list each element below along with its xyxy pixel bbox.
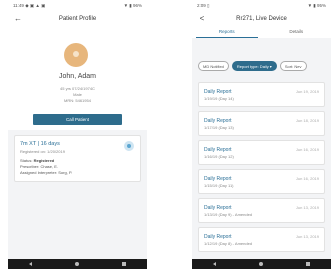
page-title: Rr271, Live Device: [236, 16, 287, 22]
android-nav-bar: [8, 259, 147, 269]
status-row: Status: Registered: [20, 158, 55, 163]
status-time: 11:49 ◆ ▣ ▲ ▣: [13, 3, 46, 8]
status-bar: 2:09 ▯ ▼ ▮ 95%: [192, 0, 331, 12]
status-signal: ▼ ▮ 96%: [123, 3, 142, 8]
report-subtitle: 1/17/19 (Day 13): [204, 125, 234, 130]
patient-header: John, Adam 45 yrs 07/24/1974C Male MRN: …: [8, 26, 147, 130]
interpreter-row: Assigned Interpreter: Sorg, P.: [20, 170, 73, 175]
nav-recent-icon[interactable]: [305, 262, 310, 266]
patient-dob: 45 yrs 07/24/1974C: [60, 86, 95, 91]
back-arrow-icon[interactable]: ←: [13, 12, 23, 26]
report-subtitle: 1/12/19 (Day 8) - Amended: [204, 241, 253, 246]
report-title: Daily Report: [204, 205, 232, 211]
page-title: Patient Profile: [58, 16, 97, 22]
report-item[interactable]: Daily Report 1/13/19 (Day 9) - Amended J…: [198, 198, 325, 223]
patient-name: John, Adam: [59, 73, 96, 80]
report-item[interactable]: Daily Report 1/17/19 (Day 13) Jun 18, 20…: [198, 111, 325, 136]
status-signal: ▼ ▮ 95%: [307, 3, 326, 8]
report-type-filter[interactable]: Report type: Daily ▾: [231, 61, 277, 71]
report-title: Daily Report: [204, 118, 232, 124]
report-date: Jun 16, 2019: [295, 176, 319, 181]
report-date: Jun 19, 2019: [295, 89, 319, 94]
call-patient-button[interactable]: Call Patient: [33, 114, 122, 125]
report-subtitle: 1/16/19 (Day 12): [204, 154, 234, 159]
report-date: Jun 13, 2019: [295, 205, 319, 210]
report-subtitle: 1/19/19 (Day 14): [204, 96, 234, 101]
report-date: Jun 16, 2019: [295, 147, 319, 152]
status-time: 2:09 ▯: [197, 3, 210, 8]
nav-back-icon[interactable]: [29, 262, 33, 266]
patient-sex: Male: [73, 92, 82, 97]
prescription-card[interactable]: 7m XT | 16 days Registered on: 1/20/2019…: [14, 135, 141, 182]
nav-back-icon[interactable]: [213, 262, 217, 266]
filter-chips: MD Notified Report type: Daily ▾ Sort: N…: [198, 61, 310, 71]
report-date: Jun 18, 2019: [295, 118, 319, 123]
tab-details[interactable]: Details: [262, 26, 332, 38]
tab-reports[interactable]: Reports: [192, 26, 262, 38]
tab-bar: Reports Details: [192, 26, 331, 38]
device-reports-screen: 2:09 ▯ ▼ ▮ 95% < Rr271, Live Device Repo…: [192, 0, 331, 269]
app-bar: ← Patient Profile: [8, 12, 147, 26]
device-icon[interactable]: [124, 141, 134, 151]
sort-filter[interactable]: Sort: Nev: [279, 61, 307, 71]
android-nav-bar: [192, 259, 331, 269]
patient-profile-screen: 11:49 ◆ ▣ ▲ ▣ ▼ ▮ 96% ← Patient Profile …: [8, 0, 147, 269]
patient-mrn: MRN: 5461954: [64, 98, 91, 103]
report-title: Daily Report: [204, 176, 232, 182]
nav-home-icon[interactable]: [74, 262, 79, 266]
report-title: Daily Report: [204, 147, 232, 153]
report-item[interactable]: Daily Report 1/16/19 (Day 12) Jun 16, 20…: [198, 140, 325, 165]
report-title: Daily Report: [204, 89, 232, 95]
avatar: [64, 43, 88, 67]
registered-date: Registered on: 1/20/2019: [20, 149, 65, 154]
prescriber-row: Prescriber: Chase, E.: [20, 164, 59, 169]
app-bar: < Rr271, Live Device: [192, 12, 331, 26]
status-bar: 11:49 ◆ ▣ ▲ ▣ ▼ ▮ 96%: [8, 0, 147, 12]
nav-home-icon[interactable]: [258, 262, 263, 266]
report-item[interactable]: Daily Report 1/12/19 (Day 8) - Amended J…: [198, 227, 325, 252]
report-subtitle: 1/15/19 (Day 11): [204, 183, 234, 188]
md-notified-filter[interactable]: MD Notified: [198, 61, 229, 71]
rx-summary: 7m XT | 16 days: [20, 141, 60, 147]
report-item[interactable]: Daily Report 1/15/19 (Day 11) Jun 16, 20…: [198, 169, 325, 194]
report-date: Jun 13, 2019: [295, 234, 319, 239]
report-subtitle: 1/13/19 (Day 9) - Amended: [204, 212, 253, 217]
back-arrow-icon[interactable]: <: [197, 12, 207, 26]
nav-recent-icon[interactable]: [121, 262, 126, 266]
report-item[interactable]: Daily Report 1/19/19 (Day 14) Jun 19, 20…: [198, 82, 325, 107]
report-title: Daily Report: [204, 234, 232, 240]
